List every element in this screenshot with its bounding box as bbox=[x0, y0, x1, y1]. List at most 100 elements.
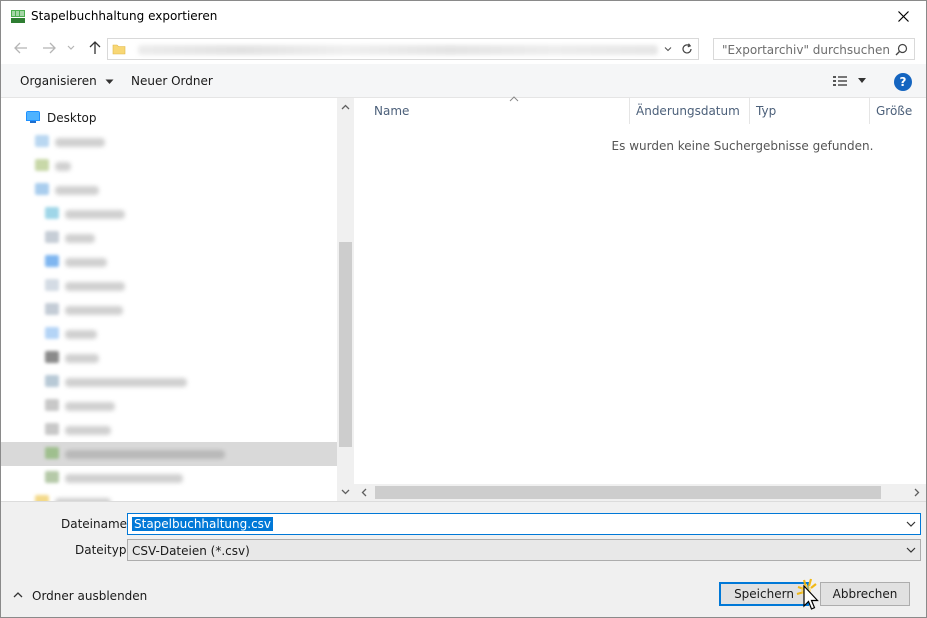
nav-item-redacted[interactable] bbox=[1, 202, 337, 226]
redacted-label bbox=[65, 378, 187, 387]
column-label: Änderungsdatum bbox=[636, 104, 740, 118]
nav-item-redacted[interactable] bbox=[1, 394, 337, 418]
column-label: Name bbox=[374, 104, 410, 118]
3d-objects-icon bbox=[45, 207, 59, 219]
redacted-label bbox=[65, 210, 125, 219]
redacted-label bbox=[55, 138, 105, 147]
nav-item-redacted[interactable] bbox=[1, 130, 337, 154]
help-icon[interactable]: ? bbox=[894, 73, 912, 91]
downloads-icon bbox=[45, 303, 59, 315]
nav-item-redacted[interactable] bbox=[1, 322, 337, 346]
caret-down-icon bbox=[105, 79, 114, 84]
filetype-select[interactable]: CSV-Dateien (*.csv) bbox=[127, 539, 921, 561]
redacted-label bbox=[65, 234, 95, 243]
arrow-up-icon bbox=[89, 41, 101, 54]
close-button[interactable] bbox=[880, 1, 926, 32]
new-folder-button[interactable]: Neuer Ordner bbox=[131, 74, 213, 88]
nav-item-redacted[interactable] bbox=[1, 274, 337, 298]
scrollbar-thumb[interactable] bbox=[375, 486, 881, 499]
redacted-label bbox=[65, 426, 111, 435]
command-bar: Organisieren Neuer Ordner ? bbox=[1, 64, 926, 98]
chevron-down-icon[interactable] bbox=[906, 546, 916, 554]
empty-results-message: Es wurden keine Suchergebnisse gefunden. bbox=[354, 139, 927, 153]
chevron-down-icon[interactable] bbox=[906, 520, 916, 528]
nav-item-redacted[interactable] bbox=[1, 490, 337, 501]
address-path-redacted bbox=[138, 45, 658, 55]
scroll-up-icon[interactable] bbox=[340, 102, 351, 113]
nav-item-redacted[interactable] bbox=[1, 154, 337, 178]
user-icon bbox=[35, 159, 49, 171]
cancel-button[interactable]: Abbrechen bbox=[820, 582, 910, 606]
redacted-label bbox=[65, 354, 99, 363]
hide-folders-label: Ordner ausblenden bbox=[32, 589, 148, 603]
scroll-left-icon[interactable] bbox=[359, 487, 370, 498]
empty-message-text: Es wurden keine Suchergebnisse gefunden. bbox=[611, 139, 874, 153]
cancel-label: Abbrechen bbox=[832, 587, 898, 601]
back-button[interactable] bbox=[11, 38, 31, 58]
navigation-row: "Exportarchiv" durchsuchen bbox=[1, 32, 926, 64]
nav-item-redacted-selected[interactable] bbox=[1, 442, 337, 466]
chevron-up-icon bbox=[13, 592, 23, 598]
nav-item-redacted[interactable] bbox=[1, 418, 337, 442]
nav-item-redacted[interactable] bbox=[1, 178, 337, 202]
chevron-down-icon[interactable] bbox=[662, 43, 674, 55]
nav-item-desktop[interactable]: Desktop bbox=[1, 106, 337, 130]
column-header-name[interactable]: Name bbox=[368, 96, 630, 124]
desktop-icon bbox=[26, 111, 40, 123]
forward-button[interactable] bbox=[39, 38, 59, 58]
redacted-label bbox=[65, 450, 225, 459]
scroll-down-icon[interactable] bbox=[340, 486, 351, 497]
recent-locations-button[interactable] bbox=[64, 38, 78, 58]
nav-item-redacted[interactable] bbox=[1, 346, 337, 370]
nav-item-redacted[interactable] bbox=[1, 250, 337, 274]
drive-icon bbox=[45, 375, 59, 387]
view-options-icon[interactable] bbox=[832, 74, 848, 88]
navigation-pane: Desktop bbox=[1, 98, 353, 501]
redacted-label bbox=[65, 258, 107, 267]
up-button[interactable] bbox=[85, 38, 105, 58]
redacted-label bbox=[65, 282, 125, 291]
folder-icon bbox=[112, 44, 126, 55]
window-title: Stapelbuchhaltung exportieren bbox=[31, 9, 218, 23]
file-list: Name Änderungsdatum Typ Größe Es wurden … bbox=[354, 96, 927, 501]
scroll-right-icon[interactable] bbox=[911, 487, 922, 498]
caret-down-icon[interactable] bbox=[857, 77, 867, 85]
refresh-icon[interactable] bbox=[680, 42, 694, 56]
redacted-label bbox=[65, 474, 183, 483]
arrow-left-icon bbox=[14, 42, 27, 54]
redacted-label bbox=[55, 186, 99, 195]
column-header-type[interactable]: Typ bbox=[750, 98, 870, 124]
redacted-label bbox=[65, 402, 115, 411]
cloud-icon bbox=[35, 135, 49, 147]
computer-icon bbox=[35, 183, 49, 195]
navigation-scrollbar[interactable] bbox=[337, 98, 354, 501]
filename-input[interactable]: Stapelbuchhaltung.csv bbox=[127, 513, 921, 535]
organize-button[interactable]: Organisieren bbox=[20, 74, 114, 88]
search-icon bbox=[895, 43, 908, 56]
address-bar[interactable] bbox=[107, 38, 699, 60]
drive-icon bbox=[45, 399, 59, 411]
music-icon bbox=[45, 327, 59, 339]
search-input[interactable]: "Exportarchiv" durchsuchen bbox=[713, 38, 915, 60]
filename-label: Dateiname: bbox=[61, 517, 132, 531]
sort-ascending-icon bbox=[509, 96, 519, 102]
close-icon bbox=[897, 11, 909, 22]
nav-item-redacted[interactable] bbox=[1, 226, 337, 250]
filename-value: Stapelbuchhaltung.csv bbox=[132, 517, 274, 531]
column-header-size[interactable]: Größe bbox=[870, 98, 926, 124]
save-label: Speichern bbox=[734, 587, 794, 601]
drive-icon bbox=[45, 423, 59, 435]
app-icon bbox=[11, 10, 25, 23]
title-bar: Stapelbuchhaltung exportieren bbox=[1, 1, 926, 32]
nav-item-redacted[interactable] bbox=[1, 466, 337, 490]
redacted-label bbox=[65, 306, 123, 315]
column-header-modified[interactable]: Änderungsdatum bbox=[630, 98, 750, 124]
nav-item-redacted[interactable] bbox=[1, 370, 337, 394]
search-placeholder: "Exportarchiv" durchsuchen bbox=[722, 43, 890, 57]
filetype-value: CSV-Dateien (*.csv) bbox=[132, 544, 250, 558]
file-list-scrollbar[interactable] bbox=[354, 484, 926, 501]
scrollbar-thumb[interactable] bbox=[339, 242, 352, 447]
pictures-icon bbox=[45, 231, 59, 243]
redacted-label bbox=[55, 162, 71, 171]
nav-item-redacted[interactable] bbox=[1, 298, 337, 322]
